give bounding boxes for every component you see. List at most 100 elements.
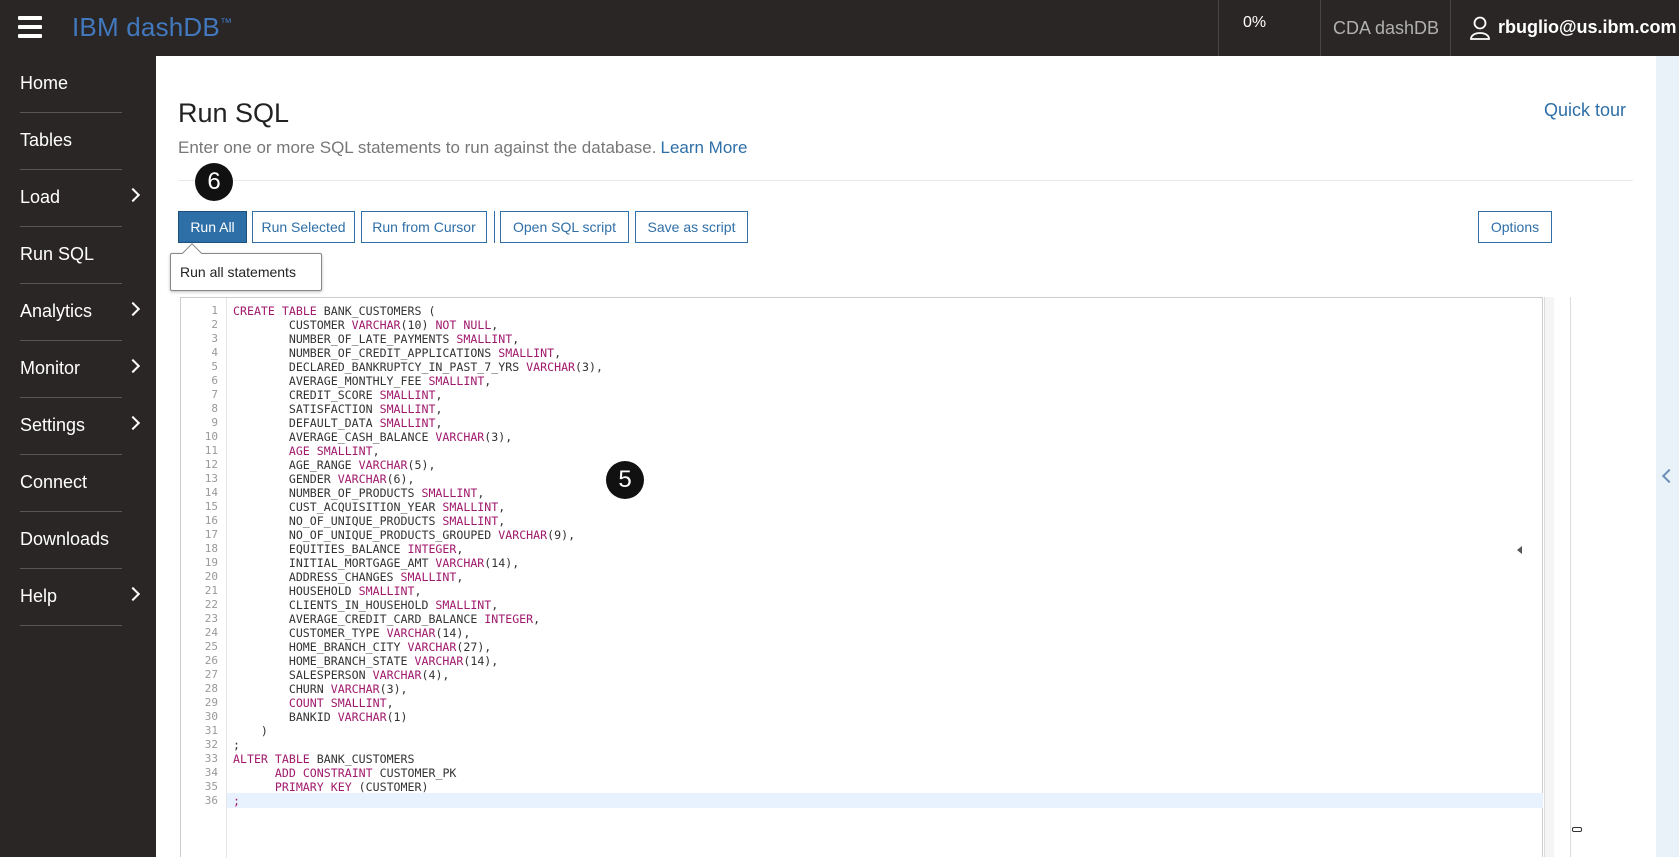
- user-icon[interactable]: [1470, 16, 1490, 40]
- code-line[interactable]: PRIMARY KEY (CUSTOMER): [233, 780, 429, 795]
- sidebar-item-help[interactable]: Help: [20, 569, 141, 626]
- line-number: 3: [211, 332, 218, 345]
- code-line[interactable]: GENDER VARCHAR(6),: [233, 472, 415, 487]
- sidebar-item-tables[interactable]: Tables: [20, 113, 122, 170]
- run-selected-button[interactable]: Run Selected: [252, 211, 355, 243]
- code-line[interactable]: CLIENTS_IN_HOUSEHOLD SMALLINT,: [233, 598, 498, 613]
- sidebar-item-load[interactable]: Load: [20, 170, 141, 227]
- code-line[interactable]: NUMBER_OF_LATE_PAYMENTS SMALLINT,: [233, 332, 519, 347]
- code-line[interactable]: SALESPERSON VARCHAR(4),: [233, 668, 450, 683]
- save-as-script-button[interactable]: Save as script: [635, 211, 748, 243]
- run-from-cursor-button[interactable]: Run from Cursor: [361, 211, 487, 243]
- sidebar-item-connect[interactable]: Connect: [20, 455, 122, 512]
- code-line[interactable]: AVERAGE_CASH_BALANCE VARCHAR(3),: [233, 430, 512, 445]
- sidebar-item-settings[interactable]: Settings: [20, 398, 141, 455]
- code-line[interactable]: NO_OF_UNIQUE_PRODUCTS SMALLINT,: [233, 514, 505, 529]
- code-line[interactable]: DEFAULT_DATA SMALLINT,: [233, 416, 443, 431]
- panel-splitter[interactable]: [1570, 297, 1571, 857]
- code-line[interactable]: INITIAL_MORTGAGE_AMT VARCHAR(14),: [233, 556, 519, 571]
- options-button[interactable]: Options: [1478, 211, 1552, 243]
- code-line[interactable]: AVERAGE_MONTHLY_FEE SMALLINT,: [233, 374, 491, 389]
- code-line[interactable]: CUSTOMER VARCHAR(10) NOT NULL,: [233, 318, 498, 333]
- chevron-right-icon: [125, 586, 141, 602]
- code-line[interactable]: NUMBER_OF_CREDIT_APPLICATIONS SMALLINT,: [233, 346, 561, 361]
- sql-keyword: VARCHAR: [414, 654, 464, 668]
- code-line[interactable]: ADDRESS_CHANGES SMALLINT,: [233, 570, 464, 585]
- sql-keyword: SMALLINT: [428, 374, 485, 388]
- line-number: 18: [204, 542, 218, 555]
- sql-keyword: SMALLINT: [379, 416, 436, 430]
- sql-keyword: SMALLINT: [400, 570, 457, 584]
- code-line[interactable]: ;: [233, 738, 240, 753]
- editor-scrollbar[interactable]: [1544, 297, 1554, 857]
- code-text: ): [233, 724, 268, 738]
- code-line[interactable]: AGE_RANGE VARCHAR(5),: [233, 458, 436, 473]
- sidebar-item-monitor[interactable]: Monitor: [20, 341, 141, 398]
- code-line[interactable]: HOME_BRANCH_CITY VARCHAR(27),: [233, 640, 491, 655]
- code-line[interactable]: ;: [233, 794, 240, 809]
- learn-more-link[interactable]: Learn More: [660, 138, 747, 157]
- code-line[interactable]: ALTER TABLE BANK_CUSTOMERS: [233, 752, 415, 767]
- main-content: Run SQL Enter one or more SQL statements…: [156, 56, 1656, 858]
- line-number: 20: [204, 570, 218, 583]
- line-number-gutter: 1 2 3 4 5 6 7 8 9 10 11 12 13 14 15 16 17 18 19 20 21 22 23 24 2…: [181, 298, 227, 858]
- code-line[interactable]: HOUSEHOLD SMALLINT,: [233, 584, 422, 599]
- scrollbar-thumb[interactable]: [1572, 827, 1582, 832]
- open-sql-script-button[interactable]: Open SQL script: [500, 211, 629, 243]
- code-text: (27),: [456, 640, 492, 654]
- code-line[interactable]: ): [233, 724, 268, 739]
- line-number: 28: [204, 682, 218, 695]
- sidebar-item-label: Connect: [20, 472, 88, 492]
- app-brand: IBM dashDB™: [72, 12, 232, 43]
- code-line[interactable]: CUSTOMER_TYPE VARCHAR(14),: [233, 626, 471, 641]
- collapse-arrow-icon[interactable]: [1517, 546, 1522, 554]
- code-text: BANK_CUSTOMERS (: [316, 304, 436, 318]
- sql-keyword: VARCHAR: [337, 472, 387, 486]
- code-text: ,: [484, 374, 492, 388]
- code-text: (14),: [435, 626, 471, 640]
- code-text: (14),: [484, 556, 520, 570]
- sidebar-item-home[interactable]: Home: [20, 56, 122, 113]
- line-number: 23: [204, 612, 218, 625]
- sidebar-item-label: Help: [20, 586, 58, 606]
- code-line[interactable]: SATISFACTION SMALLINT,: [233, 402, 443, 417]
- line-number: 1: [211, 304, 218, 317]
- code-text: AVERAGE_MONTHLY_FEE: [233, 374, 429, 388]
- code-line[interactable]: DECLARED_BANKRUPTCY_IN_PAST_7_YRS VARCHA…: [233, 360, 603, 375]
- user-account[interactable]: rbuglio@us.ibm.com: [1498, 17, 1677, 38]
- progress-indicator: 0%: [1243, 14, 1267, 31]
- code-line[interactable]: HOME_BRANCH_STATE VARCHAR(14),: [233, 654, 498, 669]
- chevron-right-icon: [125, 358, 141, 374]
- right-collapsed-panel[interactable]: [1656, 56, 1679, 857]
- code-line[interactable]: NO_OF_UNIQUE_PRODUCTS_GROUPED VARCHAR(9)…: [233, 528, 575, 543]
- code-line[interactable]: NUMBER_OF_PRODUCTS SMALLINT,: [233, 486, 484, 501]
- code-line[interactable]: CREATE TABLE BANK_CUSTOMERS (: [233, 304, 435, 319]
- code-line[interactable]: CREDIT_SCORE SMALLINT,: [233, 388, 443, 403]
- sidebar-item-label: Downloads: [20, 529, 110, 549]
- sql-editor[interactable]: 1 2 3 4 5 6 7 8 9 10 11 12 13 14 15 16 17 18 19 20 21 22 23 24 2…: [180, 297, 1543, 858]
- code-line[interactable]: EQUITIES_BALANCE INTEGER,: [233, 542, 464, 557]
- code-line[interactable]: CHURN VARCHAR(3),: [233, 682, 408, 697]
- sidebar-item-run-sql[interactable]: Run SQL: [20, 227, 122, 284]
- sql-keyword: SMALLINT: [442, 514, 499, 528]
- code-line[interactable]: ADD CONSTRAINT CUSTOMER_PK: [233, 766, 457, 781]
- code-text: SALESPERSON: [233, 668, 373, 682]
- code-line[interactable]: AGE SMALLINT,: [233, 444, 380, 459]
- sidebar-item-downloads[interactable]: Downloads: [20, 512, 122, 569]
- quick-tour-link[interactable]: Quick tour: [1544, 100, 1626, 121]
- line-number: 34: [204, 766, 218, 779]
- chevron-left-icon[interactable]: [1661, 468, 1677, 484]
- run-all-button[interactable]: Run All: [178, 211, 247, 243]
- code-line[interactable]: AVERAGE_CREDIT_CARD_BALANCE INTEGER,: [233, 612, 540, 627]
- code-text: ;: [233, 738, 240, 752]
- code-line[interactable]: COUNT SMALLINT,: [233, 696, 394, 711]
- line-number: 16: [204, 514, 218, 527]
- code-line[interactable]: BANKID VARCHAR(1): [233, 710, 408, 725]
- database-name[interactable]: CDA dashDB: [1333, 18, 1439, 39]
- sidebar-item-analytics[interactable]: Analytics: [20, 284, 141, 341]
- code-line[interactable]: CUST_ACQUISITION_YEAR SMALLINT,: [233, 500, 505, 515]
- line-number: 15: [204, 500, 218, 513]
- hamburger-menu-icon[interactable]: [18, 16, 42, 38]
